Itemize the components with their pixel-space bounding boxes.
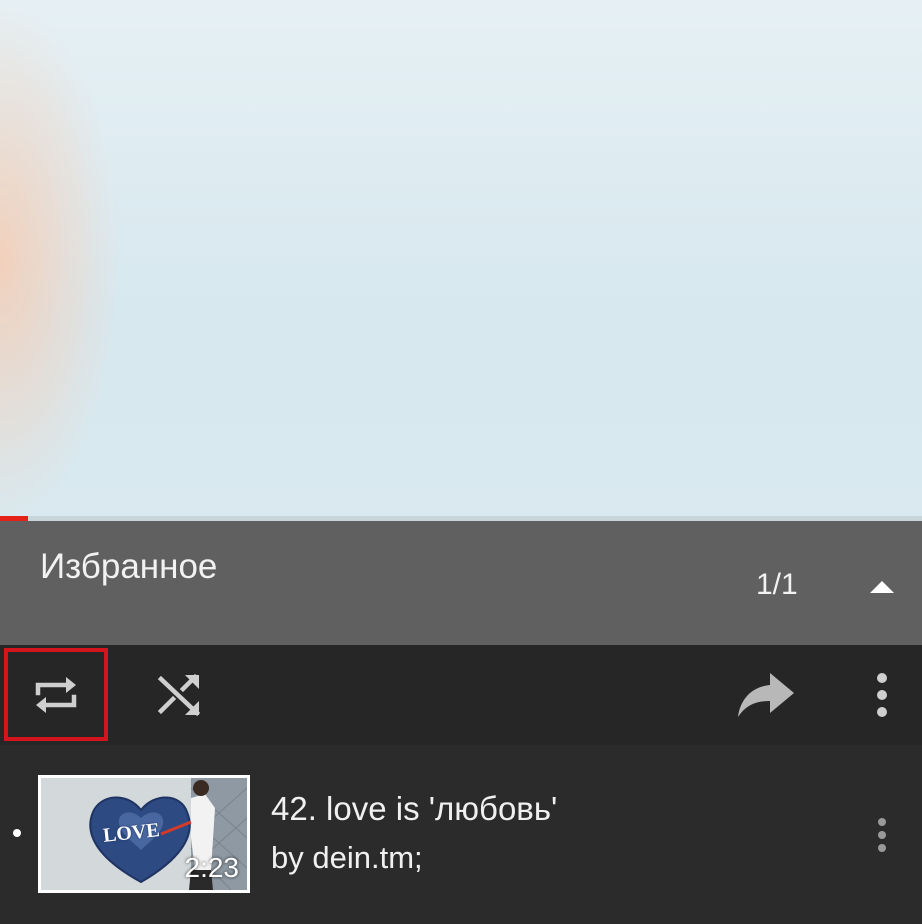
now-playing-indicator	[13, 829, 21, 837]
playlist-item[interactable]: LOVE 2:23 42. love is 'любовь' by dein.t…	[0, 745, 922, 924]
shuffle-button[interactable]	[130, 645, 230, 745]
item-more-button[interactable]	[862, 807, 902, 863]
video-duration: 2:23	[184, 852, 240, 883]
playlist-header: Избранное 1/1	[0, 521, 922, 645]
playlist-list: LOVE 2:23 42. love is 'любовь' by dein.t…	[0, 745, 922, 924]
video-player[interactable]	[0, 0, 922, 521]
chevron-up-icon	[870, 581, 894, 593]
video-title[interactable]: 42. love is 'любовь'	[271, 790, 557, 828]
loop-icon	[35, 676, 77, 713]
playlist-toolbar	[0, 645, 922, 745]
playlist-count: 1/1	[756, 568, 798, 601]
more-vert-icon	[877, 673, 887, 717]
playlist-title: Избранное	[40, 547, 218, 586]
shuffle-icon	[157, 673, 201, 717]
share-button[interactable]	[716, 645, 816, 745]
loop-button[interactable]	[4, 648, 108, 741]
video-thumbnail[interactable]: LOVE 2:23	[38, 775, 250, 893]
toolbar-more-button[interactable]	[832, 645, 922, 745]
video-author: by dein.tm;	[271, 840, 423, 875]
share-icon	[738, 673, 794, 717]
collapse-playlist-button[interactable]	[862, 567, 902, 607]
more-vert-icon	[878, 818, 886, 852]
